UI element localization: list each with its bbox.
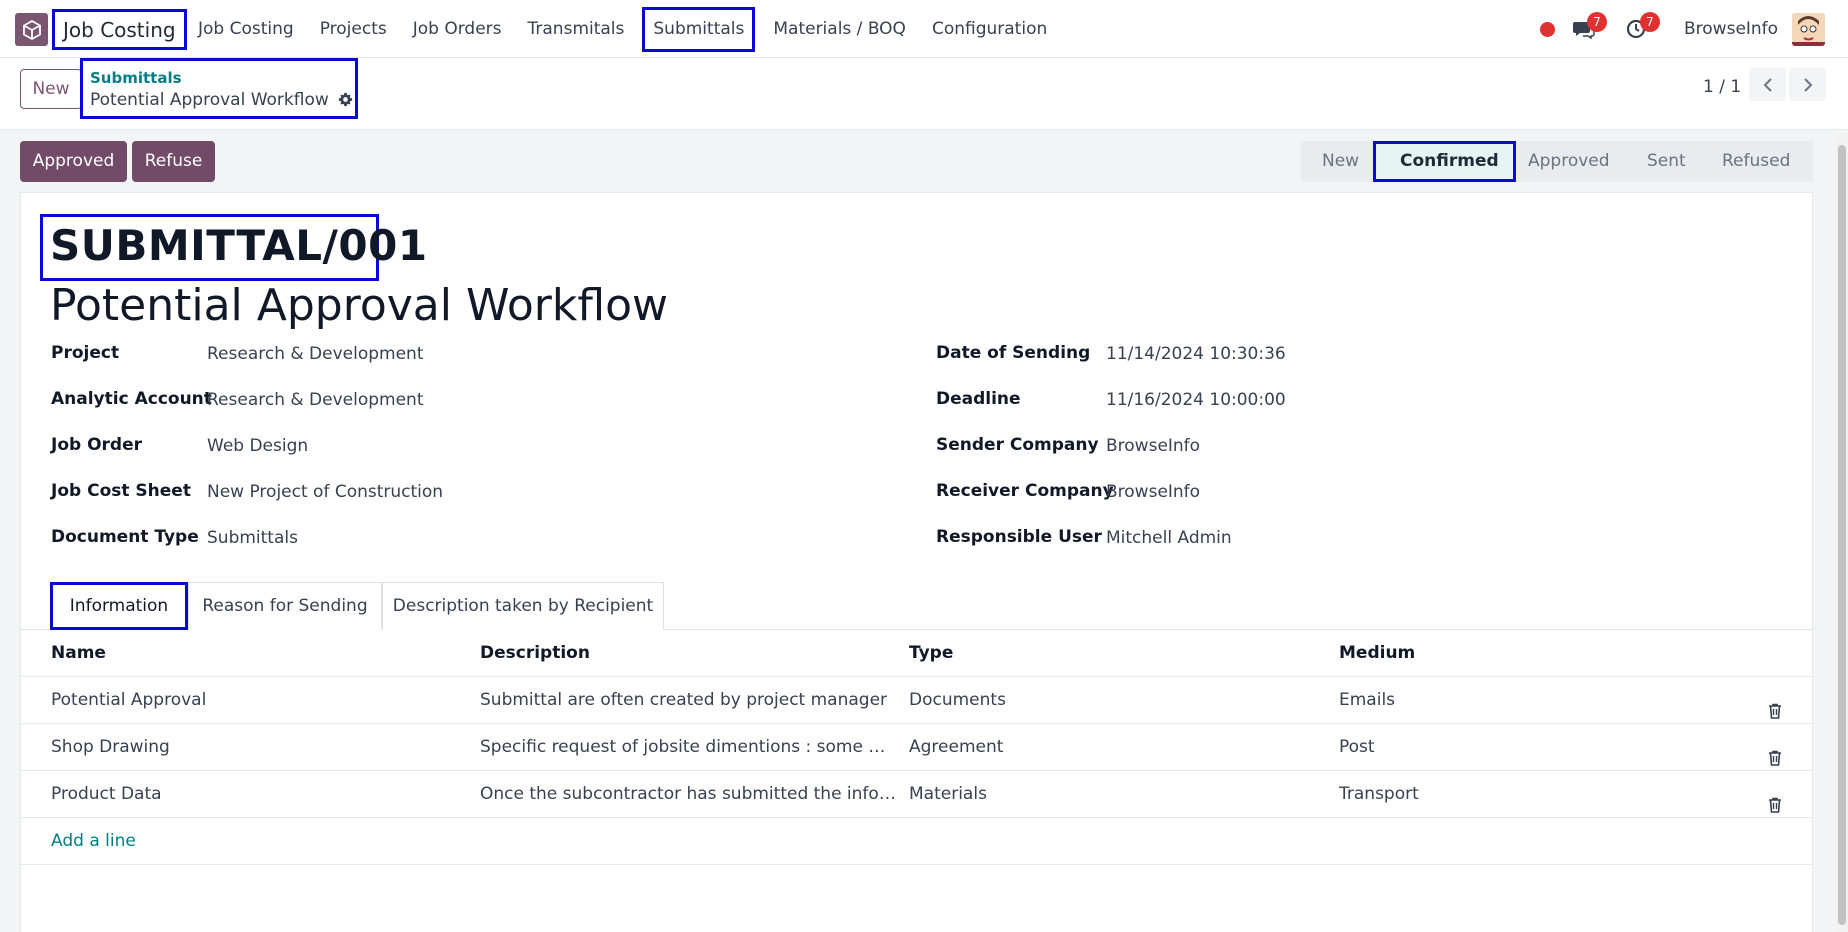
record-title[interactable]: Potential Approval Workflow (50, 277, 668, 335)
breadcrumb-parent[interactable]: Submittals (90, 69, 355, 87)
menu-item-job-orders[interactable]: Job Orders (400, 7, 515, 52)
column-header-type[interactable]: Type (909, 630, 1329, 676)
status-confirmed[interactable]: Confirmed (1373, 141, 1516, 182)
breadcrumb-current: Potential Approval Workflow (90, 90, 329, 110)
field-value-project[interactable]: Research & Development (207, 343, 423, 365)
approve-button[interactable]: Approved (20, 141, 127, 182)
field-value-analytic-account[interactable]: Research & Development (207, 389, 423, 411)
cell-type[interactable]: Documents (909, 677, 1329, 723)
cell-medium[interactable]: Post (1339, 724, 1739, 770)
status-refused[interactable]: Refused (1699, 141, 1813, 182)
cell-name[interactable]: Shop Drawing (51, 724, 451, 770)
field-value-document-type[interactable]: Submittals (207, 527, 298, 549)
record-reference: SUBMITTAL/001 (50, 221, 428, 270)
cell-description[interactable]: Submittal are often created by project m… (480, 677, 900, 723)
field-label-date-of-sending: Date of Sending (936, 343, 1091, 363)
field-label-project: Project (51, 343, 120, 363)
status-sent[interactable]: Sent (1623, 141, 1699, 182)
field-value-receiver-company[interactable]: BrowseInfo (1106, 481, 1200, 503)
tab-reason-for-sending[interactable]: Reason for Sending (188, 582, 382, 630)
avatar[interactable] (1792, 13, 1825, 46)
field-label-job-cost-sheet: Job Cost Sheet (51, 481, 191, 501)
menu-item-submittals[interactable]: Submittals (642, 6, 756, 52)
menu-item-materials-boq[interactable]: Materials / BOQ (760, 7, 919, 52)
status-approved[interactable]: Approved (1516, 141, 1623, 182)
column-header-description[interactable]: Description (480, 630, 900, 676)
scrollbar[interactable] (1836, 133, 1848, 932)
chevron-right-icon (1803, 77, 1812, 92)
table-row[interactable]: Potential Approval Submittal are often c… (21, 677, 1812, 724)
column-header-medium[interactable]: Medium (1339, 630, 1739, 676)
main-menu: Job Costing Projects Job Orders Transmit… (185, 0, 1060, 58)
field-label-responsible-user: Responsible User (936, 527, 1102, 547)
cell-description[interactable]: Specific request of jobsite dimentions :… (480, 724, 900, 770)
menu-item-transmitals[interactable]: Transmitals (515, 7, 638, 52)
column-header-name[interactable]: Name (51, 630, 451, 676)
field-label-analytic-account: Analytic Account (51, 389, 212, 409)
app-name[interactable]: Job Costing (52, 9, 187, 50)
field-value-date-of-sending[interactable]: 11/14/2024 10:30:36 (1106, 343, 1286, 365)
menu-item-configuration[interactable]: Configuration (919, 7, 1060, 52)
activities-badge: 7 (1640, 12, 1660, 32)
field-label-document-type: Document Type (51, 527, 199, 547)
cell-type[interactable]: Materials (909, 771, 1329, 817)
top-navbar: Job Costing Job Costing Projects Job Ord… (0, 0, 1848, 58)
gear-icon[interactable] (338, 92, 353, 111)
field-value-sender-company[interactable]: BrowseInfo (1106, 435, 1200, 457)
field-label-receiver-company: Receiver Company (936, 481, 1114, 501)
messages-button[interactable]: 7 (1572, 0, 1607, 58)
field-label-sender-company: Sender Company (936, 435, 1099, 455)
status-new[interactable]: New (1301, 141, 1373, 182)
new-button[interactable]: New (20, 69, 82, 109)
recording-indicator[interactable] (1540, 0, 1555, 58)
information-table: Name Description Type Medium Potential A… (21, 630, 1812, 865)
tab-description-by-recipient[interactable]: Description taken by Recipient (382, 582, 664, 630)
refuse-button[interactable]: Refuse (132, 141, 215, 182)
pager-next-button[interactable] (1789, 68, 1826, 101)
pager-previous-button[interactable] (1749, 68, 1786, 101)
table-row[interactable]: Product Data Once the subcontractor has … (21, 771, 1812, 818)
field-value-job-cost-sheet[interactable]: New Project of Construction (207, 481, 443, 503)
cell-description[interactable]: Once the subcontractor has submitted the… (480, 771, 900, 817)
field-label-job-order: Job Order (51, 435, 143, 455)
menu-item-projects[interactable]: Projects (307, 7, 400, 52)
table-header: Name Description Type Medium (21, 630, 1812, 677)
field-value-deadline[interactable]: 11/16/2024 10:00:00 (1106, 389, 1286, 411)
cell-name[interactable]: Product Data (51, 771, 451, 817)
breadcrumb: Submittals Potential Approval Workflow (80, 58, 358, 119)
messages-badge: 7 (1587, 12, 1607, 32)
cell-name[interactable]: Potential Approval (51, 677, 451, 723)
activities-button[interactable]: 7 (1625, 0, 1660, 58)
cell-medium[interactable]: Emails (1339, 677, 1739, 723)
table-row[interactable]: Shop Drawing Specific request of jobsite… (21, 724, 1812, 771)
field-label-deadline: Deadline (936, 389, 1021, 409)
pager-value[interactable]: 1 / 1 (1703, 72, 1741, 102)
company-switcher[interactable]: BrowseInfo (1684, 0, 1778, 58)
tab-information[interactable]: Information (50, 582, 188, 630)
cell-medium[interactable]: Transport (1339, 771, 1739, 817)
app-logo-icon[interactable] (15, 13, 48, 46)
menu-item-job-costing[interactable]: Job Costing (185, 7, 307, 52)
field-value-responsible-user[interactable]: Mitchell Admin (1106, 527, 1232, 549)
status-bar: New Confirmed Approved Sent Refused (1301, 141, 1813, 182)
scrollbar-thumb[interactable] (1838, 145, 1846, 925)
cell-type[interactable]: Agreement (909, 724, 1329, 770)
field-value-job-order[interactable]: Web Design (207, 435, 308, 457)
notebook-tabs: Information Reason for Sending Descripti… (20, 582, 1813, 630)
chevron-left-icon (1763, 77, 1772, 92)
add-line-row: Add a line (21, 818, 1812, 865)
add-line-link[interactable]: Add a line (51, 818, 136, 864)
